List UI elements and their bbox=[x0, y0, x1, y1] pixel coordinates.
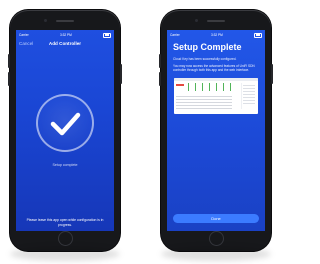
access-message: You may now access the advanced features… bbox=[173, 64, 255, 72]
leave-open-note: Please leave this app open while configu… bbox=[26, 218, 104, 227]
front-camera bbox=[195, 19, 198, 22]
status-bar: Carrier 3:32 PM bbox=[170, 32, 262, 38]
checkmark-circle-icon bbox=[36, 94, 94, 152]
controller-screenshot-thumbnail bbox=[174, 78, 258, 114]
status-bar: Carrier 3:32 PM bbox=[19, 32, 111, 38]
nav-title: Add Controller bbox=[48, 40, 82, 46]
power-button bbox=[271, 64, 273, 84]
earpiece bbox=[207, 20, 225, 22]
thumbnail-alert-bar bbox=[176, 84, 184, 86]
time-label: 3:32 PM bbox=[210, 33, 223, 37]
setup-caption: Setup complete bbox=[52, 163, 78, 167]
home-button[interactable] bbox=[58, 231, 73, 246]
page-title: Setup Complete bbox=[173, 42, 242, 52]
thumbnail-sidebar bbox=[241, 83, 256, 109]
screen-add-controller: Carrier 3:32 PM Cancel Add Controller Se… bbox=[16, 30, 114, 231]
success-message: Cloud Key has been successfully configur… bbox=[173, 57, 237, 61]
volume-down-button bbox=[8, 72, 10, 86]
volume-down-button bbox=[159, 72, 161, 86]
battery-icon bbox=[103, 32, 111, 38]
battery-icon bbox=[254, 32, 262, 38]
carrier-label: Carrier bbox=[170, 33, 180, 37]
volume-up-button bbox=[8, 54, 10, 68]
volume-up-button bbox=[159, 54, 161, 68]
thumbnail-chart bbox=[186, 83, 240, 93]
left-phone: Carrier 3:32 PM Cancel Add Controller Se… bbox=[8, 10, 122, 261]
carrier-label: Carrier bbox=[19, 33, 29, 37]
screen-setup-complete: Carrier 3:32 PM Setup Complete Cloud Key… bbox=[167, 30, 265, 231]
cancel-button[interactable]: Cancel bbox=[19, 41, 33, 46]
thumbnail-header bbox=[174, 78, 258, 81]
time-label: 3:32 PM bbox=[59, 33, 72, 37]
right-phone: Carrier 3:32 PM Setup Complete Cloud Key… bbox=[159, 10, 273, 261]
power-button bbox=[120, 64, 122, 84]
earpiece bbox=[56, 20, 74, 22]
nav-bar: Cancel Add Controller bbox=[19, 39, 111, 47]
home-button[interactable] bbox=[209, 231, 224, 246]
done-button[interactable]: Done bbox=[173, 214, 259, 223]
front-camera bbox=[44, 19, 47, 22]
